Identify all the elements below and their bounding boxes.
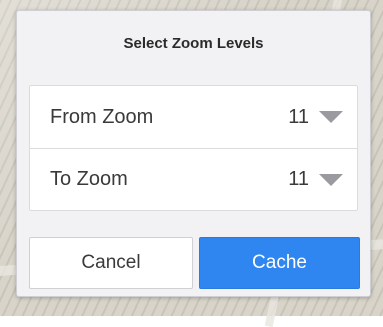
dropdown-caret-icon[interactable] bbox=[319, 111, 343, 123]
from-zoom-select[interactable]: From Zoom 11 bbox=[30, 86, 357, 148]
cancel-button[interactable]: Cancel bbox=[29, 237, 193, 289]
zoom-level-dialog: Select Zoom Levels From Zoom 11 To Zoom … bbox=[16, 10, 371, 297]
dropdown-caret-icon[interactable] bbox=[319, 173, 343, 186]
cache-button[interactable]: Cache bbox=[199, 237, 360, 289]
from-zoom-label: From Zoom bbox=[50, 105, 154, 128]
zoom-options-list: From Zoom 11 To Zoom 11 bbox=[29, 85, 358, 211]
to-zoom-select[interactable]: To Zoom 11 bbox=[30, 148, 357, 210]
from-zoom-value: 11 bbox=[288, 105, 309, 128]
to-zoom-label: To Zoom bbox=[50, 168, 128, 190]
dialog-title: Select Zoom Levels bbox=[123, 35, 264, 52]
to-zoom-value: 11 bbox=[288, 168, 309, 190]
